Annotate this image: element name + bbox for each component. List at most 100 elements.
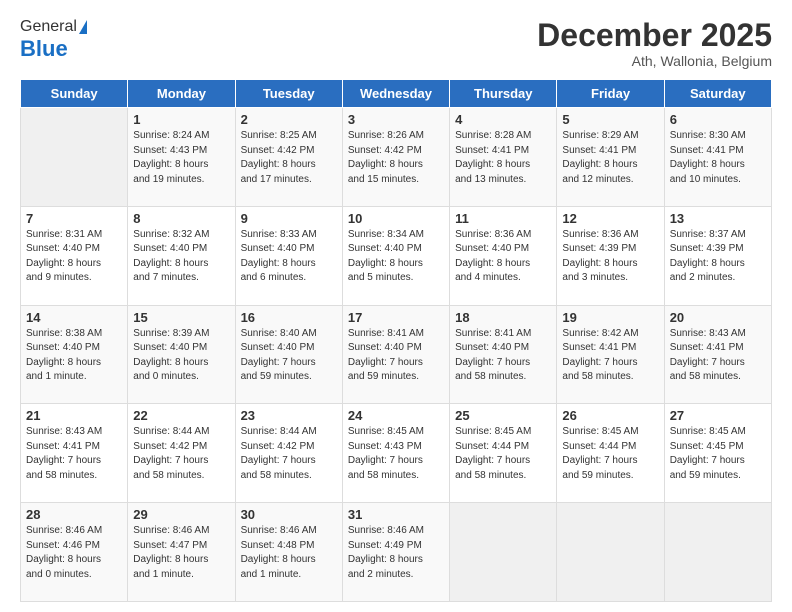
day-info: Sunrise: 8:38 AM Sunset: 4:40 PM Dayligh… — [26, 327, 122, 385]
calendar-cell: 6 Sunrise: 8:30 AM Sunset: 4:41 PM Daylig… — [664, 108, 771, 207]
day-number: 15 — [133, 310, 229, 325]
day-info: Sunrise: 8:45 AM Sunset: 4:43 PM Dayligh… — [348, 425, 444, 483]
weekday-header-sunday: Sunday — [21, 80, 128, 108]
calendar-week-4: 21Sunrise: 8:43 AM Sunset: 4:41 PM Dayli… — [21, 404, 772, 503]
day-info: Sunrise: 8:41 AM Sunset: 4:40 PM Dayligh… — [348, 327, 444, 385]
calendar-cell: 8 Sunrise: 8:32 AM Sunset: 4:40 PM Daylig… — [128, 206, 235, 305]
day-info: Sunrise: 8:28 AM Sunset: 4:41 PM Dayligh… — [455, 129, 551, 187]
weekday-header-thursday: Thursday — [450, 80, 557, 108]
calendar-cell: 23 Sunrise: 8:44 AM Sunset: 4:42 PM Dayli… — [235, 404, 342, 503]
calendar-cell — [664, 503, 771, 602]
calendar-table: SundayMondayTuesdayWednesdayThursdayFrid… — [20, 79, 772, 602]
logo-general-text: General — [20, 18, 77, 36]
calendar-cell: 10 Sunrise: 8:34 AM Sunset: 4:40 PM Dayli… — [342, 206, 449, 305]
page: General Blue December 2025 Ath, Wallonia… — [0, 0, 792, 612]
day-number: 8 — [133, 211, 229, 226]
day-number: 30 — [241, 507, 337, 522]
day-info: Sunrise: 8:46 AM Sunset: 4:47 PM Dayligh… — [133, 524, 229, 582]
day-info: Sunrise: 8:30 AM Sunset: 4:41 PM Dayligh… — [670, 129, 766, 187]
day-number: 20 — [670, 310, 766, 325]
calendar-cell — [450, 503, 557, 602]
weekday-header-saturday: Saturday — [664, 80, 771, 108]
calendar-cell: 4 Sunrise: 8:28 AM Sunset: 4:41 PM Daylig… — [450, 108, 557, 207]
calendar-cell — [21, 108, 128, 207]
calendar-cell: 11 Sunrise: 8:36 AM Sunset: 4:40 PM Dayli… — [450, 206, 557, 305]
calendar-cell: 22 Sunrise: 8:44 AM Sunset: 4:42 PM Dayli… — [128, 404, 235, 503]
weekday-header-row: SundayMondayTuesdayWednesdayThursdayFrid… — [21, 80, 772, 108]
calendar-cell: 15Sunrise: 8:39 AM Sunset: 4:40 PM Dayli… — [128, 305, 235, 404]
day-number: 6 — [670, 112, 766, 127]
month-title: December 2025 — [537, 18, 772, 53]
logo-blue-text: Blue — [20, 36, 68, 62]
day-info: Sunrise: 8:45 AM Sunset: 4:44 PM Dayligh… — [562, 425, 658, 483]
day-info: Sunrise: 8:41 AM Sunset: 4:40 PM Dayligh… — [455, 327, 551, 385]
logo: General Blue — [20, 18, 87, 62]
calendar-cell: 26 Sunrise: 8:45 AM Sunset: 4:44 PM Dayli… — [557, 404, 664, 503]
calendar-cell: 19 Sunrise: 8:42 AM Sunset: 4:41 PM Dayli… — [557, 305, 664, 404]
calendar-cell: 3Sunrise: 8:26 AM Sunset: 4:42 PM Daylig… — [342, 108, 449, 207]
calendar-cell: 20Sunrise: 8:43 AM Sunset: 4:41 PM Dayli… — [664, 305, 771, 404]
calendar-cell: 13 Sunrise: 8:37 AM Sunset: 4:39 PM Dayli… — [664, 206, 771, 305]
day-info: Sunrise: 8:46 AM Sunset: 4:49 PM Dayligh… — [348, 524, 444, 582]
calendar-cell: 18Sunrise: 8:41 AM Sunset: 4:40 PM Dayli… — [450, 305, 557, 404]
calendar-cell: 9 Sunrise: 8:33 AM Sunset: 4:40 PM Daylig… — [235, 206, 342, 305]
calendar-cell: 28 Sunrise: 8:46 AM Sunset: 4:46 PM Dayli… — [21, 503, 128, 602]
day-number: 12 — [562, 211, 658, 226]
day-info: Sunrise: 8:36 AM Sunset: 4:40 PM Dayligh… — [455, 228, 551, 286]
day-info: Sunrise: 8:37 AM Sunset: 4:39 PM Dayligh… — [670, 228, 766, 286]
day-info: Sunrise: 8:26 AM Sunset: 4:42 PM Dayligh… — [348, 129, 444, 187]
weekday-header-tuesday: Tuesday — [235, 80, 342, 108]
calendar-week-3: 14 Sunrise: 8:38 AM Sunset: 4:40 PM Dayli… — [21, 305, 772, 404]
calendar-cell: 16 Sunrise: 8:40 AM Sunset: 4:40 PM Dayli… — [235, 305, 342, 404]
calendar-week-5: 28 Sunrise: 8:46 AM Sunset: 4:46 PM Dayli… — [21, 503, 772, 602]
day-number: 23 — [241, 408, 337, 423]
calendar-cell: 21Sunrise: 8:43 AM Sunset: 4:41 PM Dayli… — [21, 404, 128, 503]
day-number: 4 — [455, 112, 551, 127]
calendar-cell: 1Sunrise: 8:24 AM Sunset: 4:43 PM Daylig… — [128, 108, 235, 207]
day-number: 17 — [348, 310, 444, 325]
day-number: 2 — [241, 112, 337, 127]
day-info: Sunrise: 8:31 AM Sunset: 4:40 PM Dayligh… — [26, 228, 122, 286]
calendar-cell: 25Sunrise: 8:45 AM Sunset: 4:44 PM Dayli… — [450, 404, 557, 503]
day-number: 14 — [26, 310, 122, 325]
day-number: 9 — [241, 211, 337, 226]
day-info: Sunrise: 8:43 AM Sunset: 4:41 PM Dayligh… — [26, 425, 122, 483]
day-number: 10 — [348, 211, 444, 226]
header: General Blue December 2025 Ath, Wallonia… — [20, 18, 772, 69]
calendar-cell: 24 Sunrise: 8:45 AM Sunset: 4:43 PM Dayli… — [342, 404, 449, 503]
calendar-cell: 14 Sunrise: 8:38 AM Sunset: 4:40 PM Dayli… — [21, 305, 128, 404]
day-info: Sunrise: 8:36 AM Sunset: 4:39 PM Dayligh… — [562, 228, 658, 286]
calendar-cell: 7Sunrise: 8:31 AM Sunset: 4:40 PM Daylig… — [21, 206, 128, 305]
day-number: 11 — [455, 211, 551, 226]
calendar-cell: 27Sunrise: 8:45 AM Sunset: 4:45 PM Dayli… — [664, 404, 771, 503]
calendar-cell: 12 Sunrise: 8:36 AM Sunset: 4:39 PM Dayli… — [557, 206, 664, 305]
day-info: Sunrise: 8:32 AM Sunset: 4:40 PM Dayligh… — [133, 228, 229, 286]
day-number: 31 — [348, 507, 444, 522]
calendar-cell: 30 Sunrise: 8:46 AM Sunset: 4:48 PM Dayli… — [235, 503, 342, 602]
calendar-cell: 5Sunrise: 8:29 AM Sunset: 4:41 PM Daylig… — [557, 108, 664, 207]
day-info: Sunrise: 8:45 AM Sunset: 4:44 PM Dayligh… — [455, 425, 551, 483]
day-info: Sunrise: 8:40 AM Sunset: 4:40 PM Dayligh… — [241, 327, 337, 385]
day-info: Sunrise: 8:44 AM Sunset: 4:42 PM Dayligh… — [133, 425, 229, 483]
day-number: 24 — [348, 408, 444, 423]
day-info: Sunrise: 8:42 AM Sunset: 4:41 PM Dayligh… — [562, 327, 658, 385]
weekday-header-monday: Monday — [128, 80, 235, 108]
day-number: 28 — [26, 507, 122, 522]
day-info: Sunrise: 8:46 AM Sunset: 4:48 PM Dayligh… — [241, 524, 337, 582]
day-number: 16 — [241, 310, 337, 325]
day-info: Sunrise: 8:33 AM Sunset: 4:40 PM Dayligh… — [241, 228, 337, 286]
day-number: 19 — [562, 310, 658, 325]
location: Ath, Wallonia, Belgium — [537, 53, 772, 69]
day-info: Sunrise: 8:46 AM Sunset: 4:46 PM Dayligh… — [26, 524, 122, 582]
day-number: 27 — [670, 408, 766, 423]
day-number: 1 — [133, 112, 229, 127]
calendar-cell — [557, 503, 664, 602]
day-info: Sunrise: 8:34 AM Sunset: 4:40 PM Dayligh… — [348, 228, 444, 286]
day-number: 13 — [670, 211, 766, 226]
calendar-cell: 29Sunrise: 8:46 AM Sunset: 4:47 PM Dayli… — [128, 503, 235, 602]
day-number: 26 — [562, 408, 658, 423]
day-number: 22 — [133, 408, 229, 423]
day-info: Sunrise: 8:44 AM Sunset: 4:42 PM Dayligh… — [241, 425, 337, 483]
title-section: December 2025 Ath, Wallonia, Belgium — [537, 18, 772, 69]
calendar-week-1: 1Sunrise: 8:24 AM Sunset: 4:43 PM Daylig… — [21, 108, 772, 207]
